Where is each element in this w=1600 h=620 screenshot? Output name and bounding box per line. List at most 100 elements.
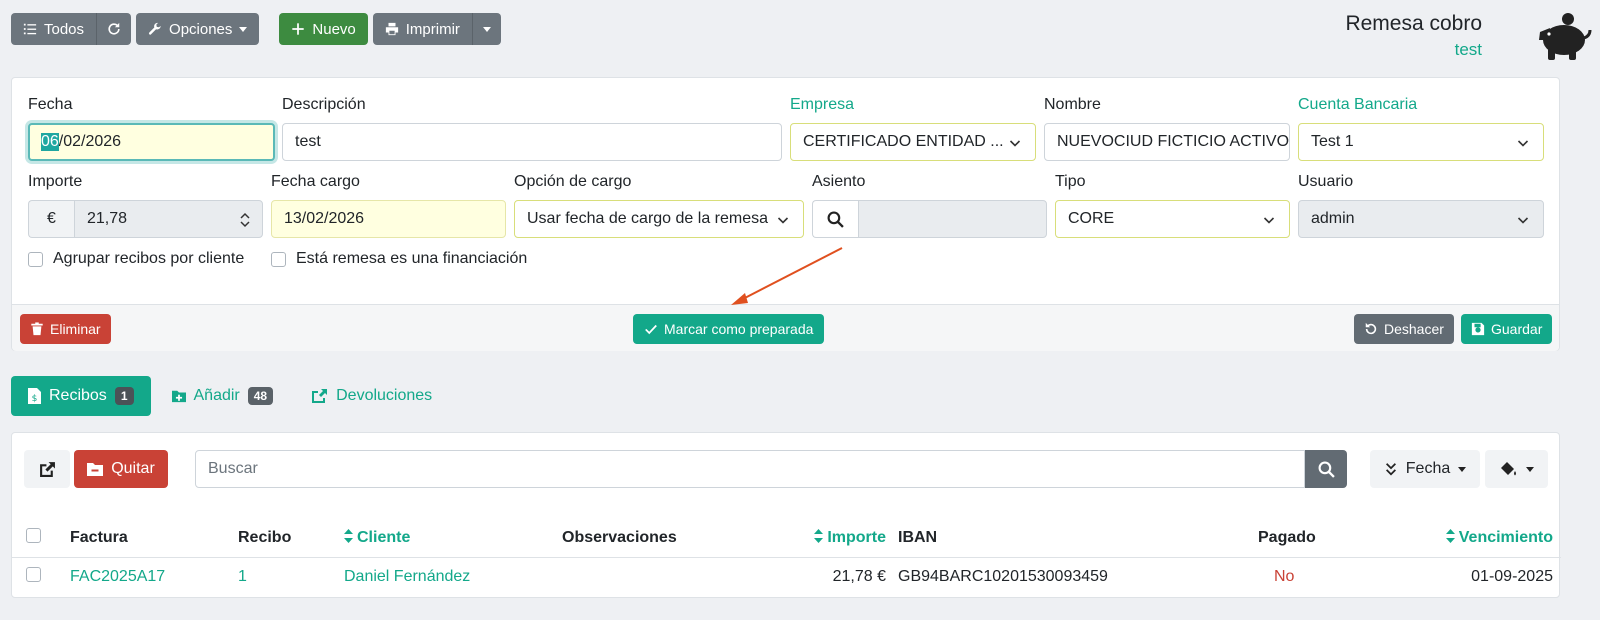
remove-button[interactable]: Quitar [74, 450, 168, 488]
remove-label: Quitar [111, 460, 155, 477]
all-button-group: Todos [11, 13, 132, 45]
factura-link[interactable]: FAC2025A17 [64, 557, 232, 597]
search-icon [827, 211, 844, 228]
financiacion-checkbox-row[interactable]: Está remesa es una financiación [271, 250, 527, 268]
receipts-list-card: Quitar Buscar Fecha Factura Recibo Clien… [11, 432, 1561, 598]
folder-minus-icon [87, 462, 104, 476]
nombre-input[interactable]: NUEVOCIUD FICTICIO ACTIVO [1044, 123, 1290, 161]
chevron-down-icon [1517, 140, 1529, 147]
plus-icon [292, 23, 305, 35]
svg-text:$: $ [32, 394, 38, 404]
col-importe-label: Importe [827, 528, 886, 546]
spinner-icon[interactable] [240, 212, 250, 228]
tipo-value: CORE [1068, 210, 1115, 227]
caret-down-icon [239, 26, 248, 32]
save-button[interactable]: Guardar [1461, 314, 1553, 344]
asiento-input[interactable] [858, 200, 1047, 238]
importe-value: 21,78 [87, 210, 128, 227]
agrupar-checkbox[interactable] [28, 251, 43, 267]
table-row[interactable]: FAC2025A17 1 Daniel Fernández 21,78 € GB… [12, 557, 1561, 597]
new-label: Nuevo [312, 20, 356, 38]
caret-down-icon [1525, 466, 1534, 472]
search-input[interactable]: Buscar [195, 450, 1305, 488]
receipts-table: Factura Recibo Cliente Observaciones Imp… [12, 519, 1561, 597]
color-filter-dropdown[interactable] [1485, 450, 1548, 488]
caret-down-icon [1458, 466, 1467, 472]
recibo-link[interactable]: 1 [232, 557, 338, 597]
delete-button[interactable]: Eliminar [20, 314, 111, 344]
sort-dropdown[interactable]: Fecha [1370, 450, 1480, 488]
print-options-button[interactable] [472, 13, 501, 45]
tab-bar: $ Recibos 1 Añadir 48 Devoluciones [11, 376, 449, 416]
tab-recibos[interactable]: $ Recibos 1 [11, 376, 151, 416]
new-button[interactable]: Nuevo [279, 13, 368, 45]
usuario-value: admin [1311, 210, 1355, 227]
sort-chevrons-icon [1385, 463, 1396, 476]
fecha-cargo-field: Fecha cargo 13/02/2026 [271, 173, 506, 238]
importe-input[interactable]: 21,78 [74, 200, 263, 238]
fecha-cargo-label: Fecha cargo [271, 173, 360, 190]
col-vencimiento-label: Vencimiento [1458, 528, 1553, 546]
usuario-select[interactable]: admin [1298, 200, 1544, 238]
agrupar-checkbox-row[interactable]: Agrupar recibos por cliente [28, 250, 244, 268]
importe-label: Importe [28, 173, 83, 190]
asiento-field: Asiento [812, 173, 1047, 238]
tab-devoluciones[interactable]: Devoluciones [294, 376, 449, 416]
all-button[interactable]: Todos [11, 13, 98, 45]
col-cliente[interactable]: Cliente [338, 519, 556, 558]
check-icon [645, 324, 657, 335]
mark-prepared-label: Marcar como preparada [664, 321, 814, 337]
open-external-button[interactable] [24, 450, 70, 488]
cliente-link[interactable]: Daniel Fernández [338, 557, 556, 597]
opcion-cargo-select[interactable]: Usar fecha de cargo de la remesa [514, 200, 804, 238]
mark-prepared-button[interactable]: Marcar como preparada [633, 314, 825, 344]
tipo-field: Tipo CORE [1055, 173, 1290, 238]
search-button[interactable] [1305, 450, 1347, 488]
empresa-label: Empresa [790, 96, 855, 113]
search-icon [1318, 461, 1335, 478]
printer-icon [385, 22, 398, 36]
fecha-input[interactable]: 06/02/2026 [28, 123, 275, 161]
importe-group: € 21,78 [28, 200, 263, 238]
importe-field: Importe € 21,78 [28, 173, 263, 238]
tipo-select[interactable]: CORE [1055, 200, 1290, 238]
tab-anadir[interactable]: Añadir 48 [155, 376, 291, 416]
col-importe[interactable]: Importe [806, 519, 892, 558]
row-checkbox[interactable] [26, 567, 41, 583]
cuenta-select[interactable]: Test 1 [1298, 123, 1544, 161]
recibos-count-badge: 1 [114, 387, 134, 405]
col-cliente-label: Cliente [357, 528, 411, 546]
piggy-bank-icon [1539, 13, 1592, 60]
financiacion-checkbox[interactable] [271, 251, 286, 267]
col-observaciones[interactable]: Observaciones [556, 519, 806, 558]
search-placeholder: Buscar [208, 460, 258, 477]
wrench-icon [148, 22, 161, 35]
share-square-icon [312, 389, 328, 403]
tab-recibos-label: Recibos [49, 387, 107, 404]
undo-button[interactable]: Deshacer [1354, 314, 1454, 344]
chevron-down-icon [1009, 140, 1021, 147]
opcion-cargo-label: Opción de cargo [514, 173, 632, 190]
col-recibo[interactable]: Recibo [232, 519, 338, 558]
sort-label: Fecha [1405, 460, 1451, 477]
reload-button[interactable] [97, 13, 132, 45]
col-pagado[interactable]: Pagado [1252, 519, 1344, 558]
invoice-dollar-icon: $ [28, 388, 41, 404]
col-factura[interactable]: Factura [64, 519, 232, 558]
caret-down-icon [482, 26, 491, 32]
delete-label: Eliminar [50, 321, 101, 337]
observaciones-cell [556, 557, 806, 597]
options-dropdown[interactable]: Opciones [136, 13, 260, 45]
asiento-search-button[interactable] [812, 200, 858, 238]
importe-cell: 21,78 € [832, 568, 886, 586]
all-button-label: Todos [44, 20, 85, 38]
descripcion-input[interactable]: test [282, 123, 782, 161]
empresa-select[interactable]: CERTIFICADO ENTIDAD ... [790, 123, 1036, 161]
select-all-checkbox[interactable] [26, 527, 41, 543]
col-iban[interactable]: IBAN [892, 519, 1252, 558]
print-button[interactable]: Imprimir [372, 13, 473, 45]
list-icon [23, 23, 37, 35]
fecha-day-selected: 06 [41, 133, 59, 151]
fecha-cargo-input[interactable]: 13/02/2026 [271, 200, 506, 238]
col-vencimiento[interactable]: Vencimiento [1344, 519, 1561, 558]
